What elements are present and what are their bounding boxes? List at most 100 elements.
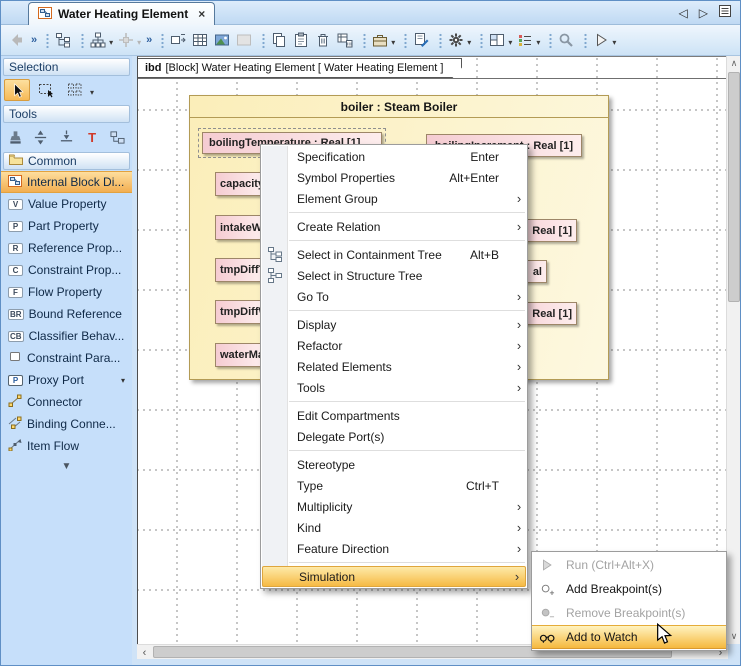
part-intake-water[interactable]: intakeW xyxy=(215,215,262,240)
submenu-item-add-to-watch[interactable]: Add to Watch xyxy=(532,625,726,649)
next-tab-icon[interactable]: ▷ xyxy=(699,6,708,20)
tab-close-icon[interactable]: × xyxy=(198,7,205,21)
layout-icon[interactable] xyxy=(487,30,507,50)
menu-item-display[interactable]: Display› xyxy=(261,314,527,335)
toolbar-grip[interactable] xyxy=(159,32,164,49)
sidebar-item-value-property[interactable]: VValue Property xyxy=(1,193,132,215)
part-tmp-diff-t[interactable]: tmpDiffT xyxy=(215,258,261,282)
toolbar-grip[interactable] xyxy=(478,32,483,49)
copy-icon[interactable] xyxy=(269,30,289,50)
resize-shape-icon[interactable] xyxy=(168,30,188,50)
hierarchy-icon[interactable] xyxy=(88,30,108,50)
grid-icon[interactable] xyxy=(190,30,210,50)
sidebar-item-internal-block-diagram[interactable]: Internal Block Di... xyxy=(1,171,132,193)
dropdown-caret-icon[interactable]: ▾ xyxy=(612,38,616,47)
sidebar-item-flow-property[interactable]: FFlow Property xyxy=(1,281,132,303)
menu-item-refactor[interactable]: Refactor› xyxy=(261,335,527,356)
block-title[interactable]: boiler : Steam Boiler xyxy=(190,96,608,118)
containment-tree-icon[interactable] xyxy=(53,30,73,50)
part-water-mass[interactable]: waterMa xyxy=(215,343,262,367)
marquee-select-tool-button[interactable] xyxy=(33,79,59,101)
toolbar-grip[interactable] xyxy=(582,32,587,49)
scroll-up-icon[interactable]: ∧ xyxy=(727,56,741,71)
dropdown-caret-icon[interactable]: ▾ xyxy=(109,38,113,47)
toolbar-grip[interactable] xyxy=(260,32,265,49)
run-icon[interactable] xyxy=(591,30,611,50)
scroll-left-icon[interactable]: ‹ xyxy=(137,645,152,660)
delete-from-table-icon[interactable] xyxy=(335,30,355,50)
center-icon[interactable] xyxy=(116,30,136,50)
stamp-tool-icon[interactable] xyxy=(4,126,27,148)
back-icon[interactable] xyxy=(7,30,27,50)
tab-water-heating-element[interactable]: Water Heating Element × xyxy=(28,2,215,25)
menu-item-multiplicity[interactable]: Multiplicity› xyxy=(261,496,527,517)
scroll-down-icon[interactable]: ∨ xyxy=(727,629,741,644)
menu-item-type[interactable]: TypeCtrl+T xyxy=(261,475,527,496)
toolbar-grip[interactable] xyxy=(361,32,366,49)
collapse-vertical-icon[interactable] xyxy=(55,126,78,148)
menu-item-simulation[interactable]: Simulation› xyxy=(262,566,526,587)
overflow-chevron-icon[interactable]: » xyxy=(31,34,36,46)
group-select-tool-button[interactable] xyxy=(62,79,88,101)
menu-item-feature-direction[interactable]: Feature Direction› xyxy=(261,538,527,559)
sidebar-item-constraint-property[interactable]: CConstraint Prop... xyxy=(1,259,132,281)
menu-item-create-relation[interactable]: Create Relation› xyxy=(261,216,527,237)
dropdown-caret-icon[interactable]: ▾ xyxy=(467,38,471,47)
menu-item-tools[interactable]: Tools› xyxy=(261,377,527,398)
sidebar-item-proxy-port[interactable]: PProxy Port▾ xyxy=(1,369,132,391)
menu-item-select-in-containment-tree[interactable]: Select in Containment TreeAlt+B xyxy=(261,244,527,265)
vertical-scrollbar-thumb[interactable] xyxy=(728,72,740,302)
toolbar-grip[interactable] xyxy=(79,32,84,49)
briefcase-icon[interactable] xyxy=(370,30,390,50)
sidebar-item-binding-connector[interactable]: Binding Conne... xyxy=(1,413,132,435)
menu-item-related-elements[interactable]: Related Elements› xyxy=(261,356,527,377)
submenu-item-add-breakpoint[interactable]: Add Breakpoint(s) xyxy=(532,577,726,601)
dropdown-caret-icon[interactable]: ▾ xyxy=(90,88,94,97)
toolbar-grip[interactable] xyxy=(547,32,552,49)
text-tool-icon[interactable]: T xyxy=(81,126,104,148)
tools-section-header[interactable]: Tools xyxy=(3,105,130,123)
sidebar-item-connector[interactable]: Connector xyxy=(1,391,132,413)
toolbar-grip[interactable] xyxy=(402,32,407,49)
menu-item-stereotype[interactable]: Stereotype xyxy=(261,454,527,475)
expand-vertical-icon[interactable] xyxy=(30,126,53,148)
vertical-scrollbar[interactable]: ∧ ∨ xyxy=(726,56,740,644)
menu-item-specification[interactable]: SpecificationEnter xyxy=(261,146,527,167)
menu-item-kind[interactable]: Kind› xyxy=(261,517,527,538)
structure-tool-icon[interactable] xyxy=(106,126,129,148)
part-capacity[interactable]: capacity xyxy=(215,172,262,196)
dropdown-caret-icon[interactable]: ▾ xyxy=(508,38,512,47)
sidebar-item-classifier-behavior[interactable]: CBClassifier Behav... xyxy=(1,325,132,347)
menu-item-go-to[interactable]: Go To› xyxy=(261,286,527,307)
menu-item-symbol-properties[interactable]: Symbol PropertiesAlt+Enter xyxy=(261,167,527,188)
selection-section-header[interactable]: Selection xyxy=(3,58,130,76)
validate-icon[interactable] xyxy=(411,30,431,50)
more-tools-icon[interactable]: ▼ xyxy=(1,461,132,472)
toolbar-grip[interactable] xyxy=(437,32,442,49)
part-tmp-diff-w[interactable]: tmpDiffW xyxy=(215,300,261,324)
dropdown-caret-icon[interactable]: ▾ xyxy=(121,376,128,385)
menu-item-element-group[interactable]: Element Group› xyxy=(261,188,527,209)
overflow-chevron-icon[interactable]: » xyxy=(146,34,151,46)
tab-list-icon[interactable] xyxy=(719,5,731,20)
dropdown-caret-icon[interactable]: ▾ xyxy=(536,38,540,47)
prev-tab-icon[interactable]: ◁ xyxy=(679,6,688,20)
cursor-tool-button[interactable] xyxy=(4,79,30,101)
dropdown-caret-icon[interactable]: ▾ xyxy=(391,38,395,47)
sidebar-item-bound-reference[interactable]: BRBound Reference xyxy=(1,303,132,325)
paste-icon[interactable] xyxy=(291,30,311,50)
sidebar-item-item-flow[interactable]: Item Flow xyxy=(1,435,132,457)
menu-item-select-in-structure-tree[interactable]: Select in Structure Tree xyxy=(261,265,527,286)
common-section-header[interactable]: Common xyxy=(3,152,130,170)
delete-icon[interactable] xyxy=(313,30,333,50)
sidebar-item-part-property[interactable]: PPart Property xyxy=(1,215,132,237)
gear-icon[interactable] xyxy=(446,30,466,50)
image-icon[interactable] xyxy=(212,30,232,50)
menu-item-edit-compartments[interactable]: Edit Compartments xyxy=(261,405,527,426)
menu-item-delegate-ports[interactable]: Delegate Port(s) xyxy=(261,426,527,447)
toolbar-grip[interactable] xyxy=(44,32,49,49)
sidebar-item-constraint-parameter[interactable]: Constraint Para... xyxy=(1,347,132,369)
search-icon[interactable] xyxy=(556,30,576,50)
sidebar-item-reference-property[interactable]: RReference Prop... xyxy=(1,237,132,259)
numbered-list-icon[interactable] xyxy=(515,30,535,50)
